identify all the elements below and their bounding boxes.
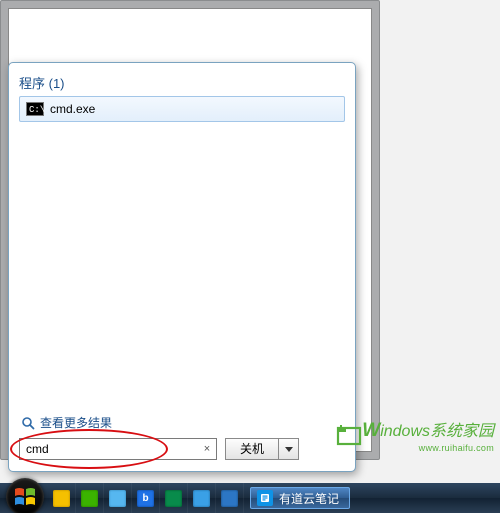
- search-box[interactable]: ×: [19, 438, 217, 460]
- app-icon: [165, 490, 182, 507]
- watermark-url: www.ruihaifu.com: [419, 443, 494, 453]
- app-icon: [193, 490, 210, 507]
- start-menu-search-panel: 程序 (1) C:\ cmd.exe 查看更多结果 × 关机: [8, 62, 356, 472]
- start-button[interactable]: [6, 478, 44, 513]
- pinned-app-5[interactable]: [160, 483, 188, 513]
- youdao-note-icon: [257, 490, 273, 506]
- pinned-app-7[interactable]: [216, 483, 244, 513]
- pinned-app-4[interactable]: b: [132, 483, 160, 513]
- pinned-app-6[interactable]: [188, 483, 216, 513]
- shutdown-options-button[interactable]: [278, 439, 298, 459]
- app-icon: [109, 490, 126, 507]
- chevron-down-icon: [285, 447, 293, 452]
- app-icon: [81, 490, 98, 507]
- pinned-app-1[interactable]: [48, 483, 76, 513]
- taskbar: b 有道云笔记: [0, 483, 500, 513]
- app-icon: b: [137, 490, 154, 507]
- app-icon: [53, 490, 70, 507]
- taskbar-item-label: 有道云笔记: [279, 490, 339, 507]
- results-section-header: 程序 (1): [19, 73, 345, 92]
- shutdown-button-group: 关机: [225, 438, 299, 460]
- search-input[interactable]: [20, 439, 198, 459]
- taskbar-item-youdao[interactable]: 有道云笔记: [250, 487, 350, 509]
- clear-search-icon[interactable]: ×: [198, 443, 216, 455]
- search-result-label: cmd.exe: [50, 102, 95, 116]
- shutdown-button[interactable]: 关机: [226, 439, 278, 459]
- app-icon: [221, 490, 238, 507]
- see-more-results-label: 查看更多结果: [40, 414, 112, 431]
- pinned-app-3[interactable]: [104, 483, 132, 513]
- pinned-apps: b: [48, 483, 244, 513]
- cmd-prompt-icon: C:\: [26, 102, 44, 116]
- search-result-cmd[interactable]: C:\ cmd.exe: [19, 96, 345, 122]
- watermark-title: Windows系统家园: [362, 417, 494, 442]
- windows-logo-icon: [13, 485, 37, 509]
- search-icon: [21, 416, 35, 430]
- pinned-app-2[interactable]: [76, 483, 104, 513]
- see-more-results[interactable]: 查看更多结果: [21, 414, 112, 431]
